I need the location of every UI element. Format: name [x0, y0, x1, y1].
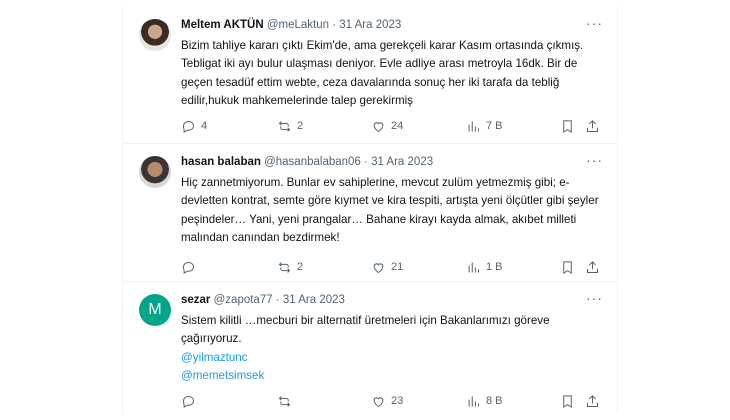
repost-icon: [278, 395, 291, 407]
reply-icon: [182, 120, 195, 133]
like-button[interactable]: 21: [371, 260, 403, 275]
avatar[interactable]: [139, 156, 171, 188]
share-icon: [587, 260, 598, 273]
tweet-header: Meltem AKTÜN @meLaktun · 31 Ara 2023: [181, 17, 577, 33]
like-icon: [373, 396, 384, 407]
reply-icon: [182, 395, 195, 408]
views-icon: [468, 262, 479, 272]
repost-count: 2: [297, 120, 304, 132]
tweet-text: Bizim tahliye kararı çıktı Ekim'de, ama …: [181, 37, 601, 110]
tweet-actions: 23 8 B: [181, 392, 603, 410]
bookmark-button[interactable]: [560, 394, 575, 409]
bookmark-button[interactable]: [560, 260, 575, 275]
like-count: 21: [391, 261, 404, 273]
author-handle[interactable]: @zapota77: [214, 294, 273, 306]
tweet-text-content: Bizim tahliye kararı çıktı Ekim'de, ama …: [181, 39, 584, 107]
share-button[interactable]: [585, 260, 600, 275]
views-count: 7 B: [486, 120, 503, 132]
repost-icon: [278, 120, 291, 132]
bookmark-icon: [563, 260, 572, 274]
reply-button[interactable]: [181, 394, 201, 409]
tweet[interactable]: M sezar @zapota77 · 31 Ara 2023 ··· Sist…: [123, 282, 617, 413]
avatar[interactable]: M: [139, 294, 171, 326]
author-name[interactable]: sezar: [181, 294, 210, 306]
author-name[interactable]: Meltem AKTÜN: [181, 19, 264, 31]
views-icon: [468, 396, 479, 406]
reply-button[interactable]: [181, 260, 201, 275]
tweet-actions: 4 2 24 7 B: [181, 117, 603, 135]
separator: ·: [332, 19, 337, 31]
tweet[interactable]: Meltem AKTÜN @meLaktun · 31 Ara 2023 ···…: [123, 7, 617, 144]
tweet-text: Sistem kilitli …mecburi bir alternatif ü…: [181, 312, 601, 385]
reply-icon: [182, 261, 195, 274]
share-button[interactable]: [585, 394, 600, 409]
views-button[interactable]: 8 B: [466, 394, 503, 409]
tweet-actions: 2 21 1 B: [181, 258, 603, 276]
repost-count: 2: [297, 261, 304, 273]
like-icon: [373, 262, 384, 273]
share-icon: [587, 394, 598, 407]
author-name[interactable]: hasan balaban: [181, 156, 261, 168]
views-count: 8 B: [486, 395, 503, 407]
repost-button[interactable]: [277, 394, 297, 409]
views-icon: [468, 121, 479, 131]
more-options-icon[interactable]: ···: [586, 290, 603, 306]
views-button[interactable]: 1 B: [466, 260, 503, 275]
tweet-header: hasan balaban @hasanbalaban06 · 31 Ara 2…: [181, 154, 577, 170]
like-button[interactable]: 23: [371, 394, 403, 409]
author-handle[interactable]: @hasanbalaban06: [264, 156, 361, 168]
like-button[interactable]: 24: [371, 119, 403, 134]
tweet-header: sezar @zapota77 · 31 Ara 2023: [181, 292, 577, 308]
tweet-text: Hiç zannetmiyorum. Bunlar ev sahiplerine…: [181, 174, 601, 247]
avatar[interactable]: [139, 19, 171, 51]
tweet-date[interactable]: 31 Ara 2023: [339, 19, 401, 31]
like-icon: [373, 121, 384, 132]
more-options-icon[interactable]: ···: [586, 15, 603, 31]
bookmark-button[interactable]: [560, 119, 575, 134]
tweet-text-content: Sistem kilitli …mecburi bir alternatif ü…: [181, 314, 550, 346]
avatar-letter: M: [148, 301, 162, 318]
repost-button[interactable]: 2: [277, 260, 303, 275]
separator: ·: [364, 156, 368, 168]
tweet-feed: Meltem AKTÜN @meLaktun · 31 Ara 2023 ···…: [122, 7, 618, 413]
mention-link[interactable]: @memetsimsek: [181, 367, 601, 385]
tweet-date[interactable]: 31 Ara 2023: [283, 294, 345, 306]
bookmark-icon: [563, 394, 572, 408]
author-handle[interactable]: @meLaktun: [267, 19, 329, 31]
like-count: 24: [391, 120, 404, 132]
more-options-icon[interactable]: ···: [586, 152, 603, 168]
views-button[interactable]: 7 B: [466, 119, 503, 134]
like-count: 23: [391, 395, 404, 407]
reply-count: 4: [201, 120, 208, 132]
repost-button[interactable]: 2: [277, 119, 303, 134]
tweet[interactable]: hasan balaban @hasanbalaban06 · 31 Ara 2…: [123, 144, 617, 282]
share-button[interactable]: [585, 119, 600, 134]
reply-button[interactable]: 4: [181, 119, 207, 134]
bookmark-icon: [563, 119, 572, 133]
separator: ·: [275, 294, 280, 306]
tweet-text-content: Hiç zannetmiyorum. Bunlar ev sahiplerine…: [181, 176, 599, 244]
views-count: 1 B: [486, 261, 503, 273]
mention-link[interactable]: @yilmaztunc: [181, 349, 601, 367]
tweet-date[interactable]: 31 Ara 2023: [371, 156, 433, 168]
repost-icon: [278, 261, 291, 273]
share-icon: [587, 119, 598, 132]
